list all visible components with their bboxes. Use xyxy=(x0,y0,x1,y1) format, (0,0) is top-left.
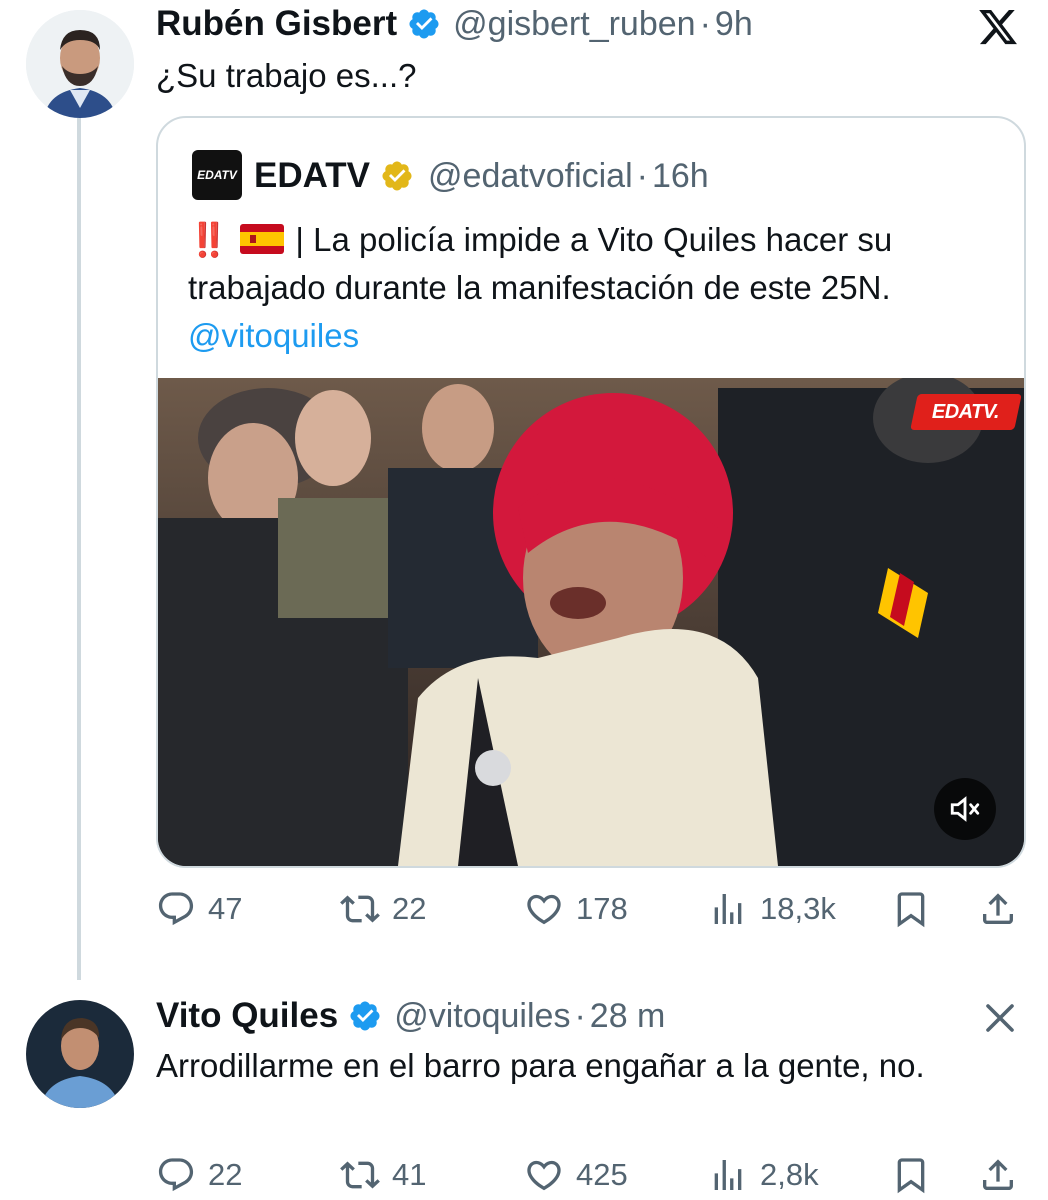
tweet1-text: ¿Su trabajo es...? xyxy=(156,57,417,94)
share-icon xyxy=(983,1159,1013,1190)
video-player[interactable]: EDATV. xyxy=(158,378,1024,866)
views-count: 18,3k xyxy=(760,891,836,926)
like-button[interactable]: 178 xyxy=(524,889,628,929)
mention-link[interactable]: @vitoquiles xyxy=(188,317,359,354)
bookmark-button[interactable] xyxy=(891,1155,931,1195)
verified-badge-icon xyxy=(350,1001,380,1031)
views-chart-icon xyxy=(714,1160,742,1190)
reply-count: 47 xyxy=(208,891,243,926)
retweet-icon xyxy=(340,895,380,923)
video-thumbnail-image xyxy=(158,378,1024,866)
bookmark-icon xyxy=(897,892,925,928)
quote-avatar[interactable]: EDATV xyxy=(192,150,242,200)
views-chart-icon xyxy=(714,894,742,924)
retweet-count: 41 xyxy=(392,1157,427,1192)
share-button[interactable] xyxy=(978,1155,1018,1195)
heart-icon xyxy=(527,894,561,925)
watermark-text: EDATV. xyxy=(932,400,1000,423)
quote-author-handle[interactable]: @edatvoficial xyxy=(428,157,633,196)
separator-dot: · xyxy=(699,4,711,43)
avatar-vito-quiles[interactable] xyxy=(26,1000,134,1108)
like-count: 178 xyxy=(576,891,628,926)
bookmark-button[interactable] xyxy=(891,889,931,929)
views-button[interactable]: 18,3k xyxy=(708,889,836,929)
tweet1-header: Rubén Gisbert @gisbert_ruben · 9h xyxy=(156,0,753,48)
quote-text-body: | La policía impide a Vito Quiles hacer … xyxy=(188,221,893,306)
tweet2-actions: 22 41 425 2,8k xyxy=(156,1150,1026,1200)
author-name[interactable]: Vito Quiles xyxy=(156,996,338,1036)
share-button[interactable] xyxy=(978,889,1018,929)
like-button[interactable]: 425 xyxy=(524,1155,628,1195)
speaker-muted-icon xyxy=(950,796,980,822)
quote-header: EDATV @edatvoficial · 16h xyxy=(254,152,709,200)
retweet-button[interactable]: 41 xyxy=(340,1155,426,1195)
spain-flag-icon xyxy=(240,219,285,254)
retweet-button[interactable]: 22 xyxy=(340,889,426,929)
like-count: 425 xyxy=(576,1157,628,1192)
quote-author-name[interactable]: EDATV xyxy=(254,156,370,196)
tweet2-text: Arrodillarme en el barro para engañar a … xyxy=(156,1047,925,1084)
author-handle[interactable]: @vitoquiles xyxy=(394,997,570,1036)
separator-dot: · xyxy=(574,996,586,1035)
avatar-ruben-gisbert[interactable] xyxy=(26,10,134,118)
thread-connector-line xyxy=(77,118,81,980)
tweet-timestamp[interactable]: 28 m xyxy=(590,997,666,1036)
tweet2-header: Vito Quiles @vitoquiles · 28 m xyxy=(156,992,665,1040)
reply-count: 22 xyxy=(208,1157,243,1192)
author-handle[interactable]: @gisbert_ruben xyxy=(453,5,695,44)
separator-dot: · xyxy=(636,156,648,195)
quote-timestamp[interactable]: 16h xyxy=(652,157,709,196)
retweet-icon xyxy=(340,1161,380,1189)
reply-icon xyxy=(158,1158,194,1192)
reply-icon xyxy=(158,892,194,926)
x-logo-icon[interactable] xyxy=(976,6,1020,48)
tweet1-actions: 47 22 178 18,3k xyxy=(156,884,1026,934)
quote-avatar-text: EDATV xyxy=(197,168,237,182)
reply-button[interactable]: 47 xyxy=(156,889,242,929)
verified-gold-badge-icon xyxy=(382,161,412,191)
mute-toggle-button[interactable] xyxy=(934,778,996,840)
quoted-tweet-card[interactable]: EDATV EDATV @edatvoficial · 16h ‼️ | La … xyxy=(156,116,1026,868)
double-exclamation-emoji: ‼️ xyxy=(188,221,230,258)
tweet-timestamp[interactable]: 9h xyxy=(715,5,753,44)
reply-button[interactable]: 22 xyxy=(156,1155,242,1195)
edatv-watermark: EDATV. xyxy=(910,394,1022,430)
views-button[interactable]: 2,8k xyxy=(708,1155,819,1195)
author-name[interactable]: Rubén Gisbert xyxy=(156,4,397,44)
bookmark-icon xyxy=(897,1158,925,1194)
retweet-count: 22 xyxy=(392,891,427,926)
heart-icon xyxy=(527,1160,561,1191)
views-count: 2,8k xyxy=(760,1157,819,1192)
quote-text: ‼️ | La policía impide a Vito Quiles hac… xyxy=(188,216,998,360)
close-icon[interactable] xyxy=(982,1000,1018,1036)
verified-badge-icon xyxy=(409,9,439,39)
share-icon xyxy=(983,893,1013,924)
